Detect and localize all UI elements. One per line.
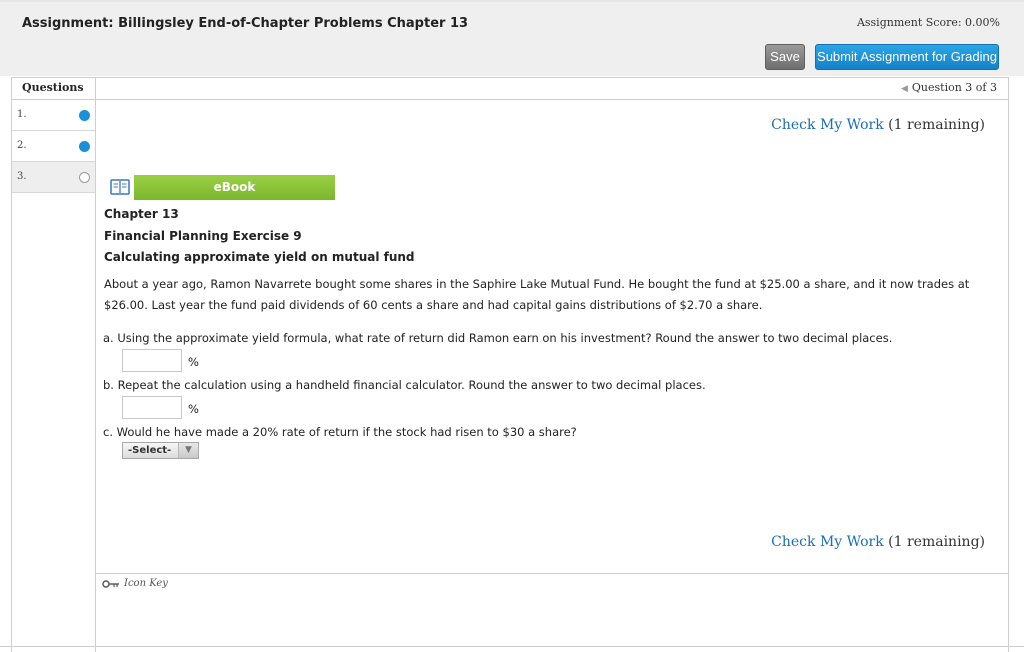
triangle-left-icon[interactable]: ◀ (901, 84, 908, 94)
select-value: -Select- (128, 445, 172, 456)
question-item-2[interactable]: 2. (12, 131, 95, 162)
answered-status-icon (79, 141, 90, 152)
frame-border (0, 646, 1024, 647)
header-row-divider (11, 99, 1009, 100)
question-item-3[interactable]: 3. (12, 162, 95, 193)
sidebar-divider (95, 77, 96, 652)
check-my-work-bottom[interactable]: Check My Work (1 remaining) (771, 534, 985, 550)
question-navigator[interactable]: ◀ Question 3 of 3 (901, 81, 997, 94)
check-my-work-link[interactable]: Check My Work (771, 534, 884, 550)
check-my-work-link[interactable]: Check My Work (771, 117, 884, 133)
exercise-heading: Financial Planning Exercise 9 (104, 229, 302, 243)
part-b-prompt: b. Repeat the calculation using a handhe… (103, 378, 706, 392)
part-b-unit: % (188, 402, 199, 416)
chapter-heading: Chapter 13 (104, 207, 179, 221)
part-c-prompt: c. Would he have made a 20% rate of retu… (103, 425, 577, 439)
problem-body: About a year ago, Ramon Navarrete bought… (104, 277, 970, 312)
assignment-title: Assignment: Billingsley End-of-Chapter P… (22, 16, 469, 31)
problem-subtitle: Calculating approximate yield on mutual … (104, 250, 415, 264)
question-number: 3. (17, 171, 27, 182)
icon-key[interactable]: Icon Key (102, 578, 168, 589)
part-b-answer-input[interactable] (122, 396, 182, 419)
submit-assignment-button[interactable]: Submit Assignment for Grading (815, 44, 999, 70)
part-a-answer-input[interactable] (122, 349, 182, 372)
unanswered-status-icon (79, 172, 90, 183)
question-position: Question 3 of 3 (911, 81, 997, 94)
part-a-prompt: a. Using the approximate yield formula, … (103, 331, 893, 345)
question-number: 2. (17, 140, 27, 151)
question-item-1[interactable]: 1. (12, 100, 95, 131)
save-button[interactable]: Save (765, 44, 805, 70)
book-icon[interactable] (110, 178, 130, 196)
content-footer-divider (95, 573, 1009, 574)
answered-status-icon (79, 110, 90, 121)
ebook-button[interactable]: eBook (134, 175, 335, 200)
assignment-header: Assignment: Billingsley End-of-Chapter P… (0, 2, 1024, 76)
remaining-attempts: (1 remaining) (888, 117, 985, 133)
chevron-down-icon[interactable]: ▼ (178, 443, 198, 458)
frame-border (11, 77, 1009, 78)
check-my-work-top[interactable]: Check My Work (1 remaining) (771, 117, 985, 133)
frame-border (1008, 77, 1009, 652)
remaining-attempts: (1 remaining) (888, 534, 985, 550)
part-a-unit: % (188, 355, 199, 369)
part-c-select[interactable]: -Select- ▼ (122, 442, 199, 459)
assignment-score: Assignment Score: 0.00% (856, 16, 1000, 29)
question-number: 1. (17, 109, 27, 120)
icon-key-label: Icon Key (124, 578, 168, 589)
questions-heading: Questions (22, 81, 84, 94)
key-icon (102, 579, 119, 588)
